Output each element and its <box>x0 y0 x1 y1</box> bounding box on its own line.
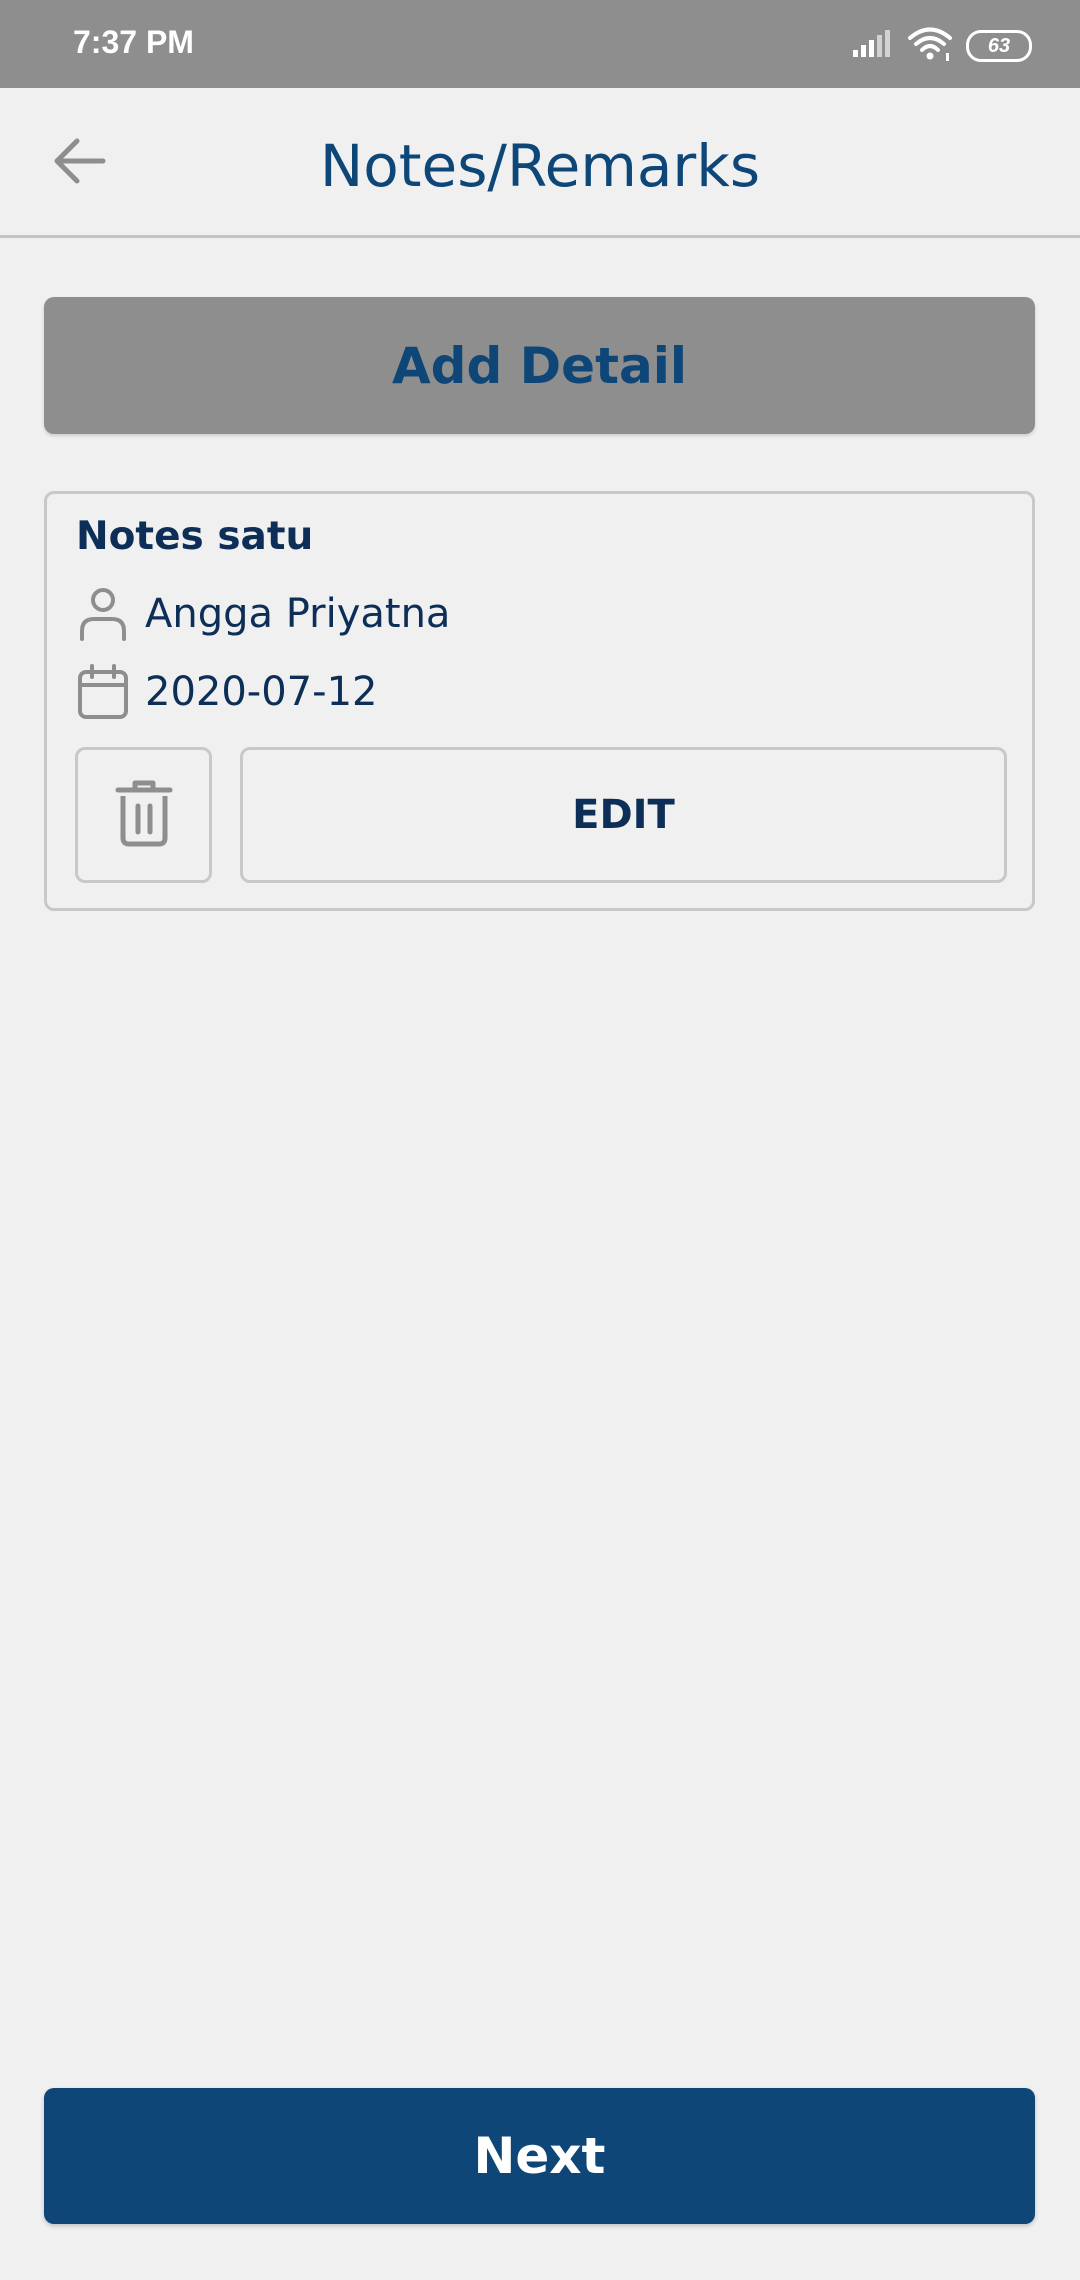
battery-level: 63 <box>987 34 1011 57</box>
delete-button[interactable] <box>75 747 212 883</box>
note-author: Angga Priyatna <box>145 591 451 637</box>
status-icons: 63 <box>852 26 1032 66</box>
app-bar: Notes/Remarks <box>0 88 1080 238</box>
page-title: Notes/Remarks <box>319 132 761 200</box>
note-author-row: Angga Priyatna <box>75 584 450 644</box>
trash-icon <box>114 778 174 852</box>
next-button[interactable]: Next <box>44 2088 1035 2224</box>
add-detail-button[interactable]: Add Detail <box>44 297 1035 434</box>
status-bar: 7:37 PM 63 <box>0 0 1080 88</box>
battery-icon: 63 <box>966 30 1032 62</box>
note-date-row: 2020-07-12 <box>75 662 377 722</box>
edit-button[interactable]: EDIT <box>240 747 1007 883</box>
note-date: 2020-07-12 <box>145 669 378 715</box>
user-icon <box>75 586 131 642</box>
status-time: 7:37 PM <box>73 24 194 60</box>
calendar-icon <box>75 664 131 720</box>
note-card[interactable]: Notes satu Angga Priyatna 2020-07-12 EDI… <box>44 491 1035 911</box>
signal-icon <box>852 30 892 62</box>
note-title: Notes satu <box>76 514 314 559</box>
wifi-icon <box>908 27 952 65</box>
